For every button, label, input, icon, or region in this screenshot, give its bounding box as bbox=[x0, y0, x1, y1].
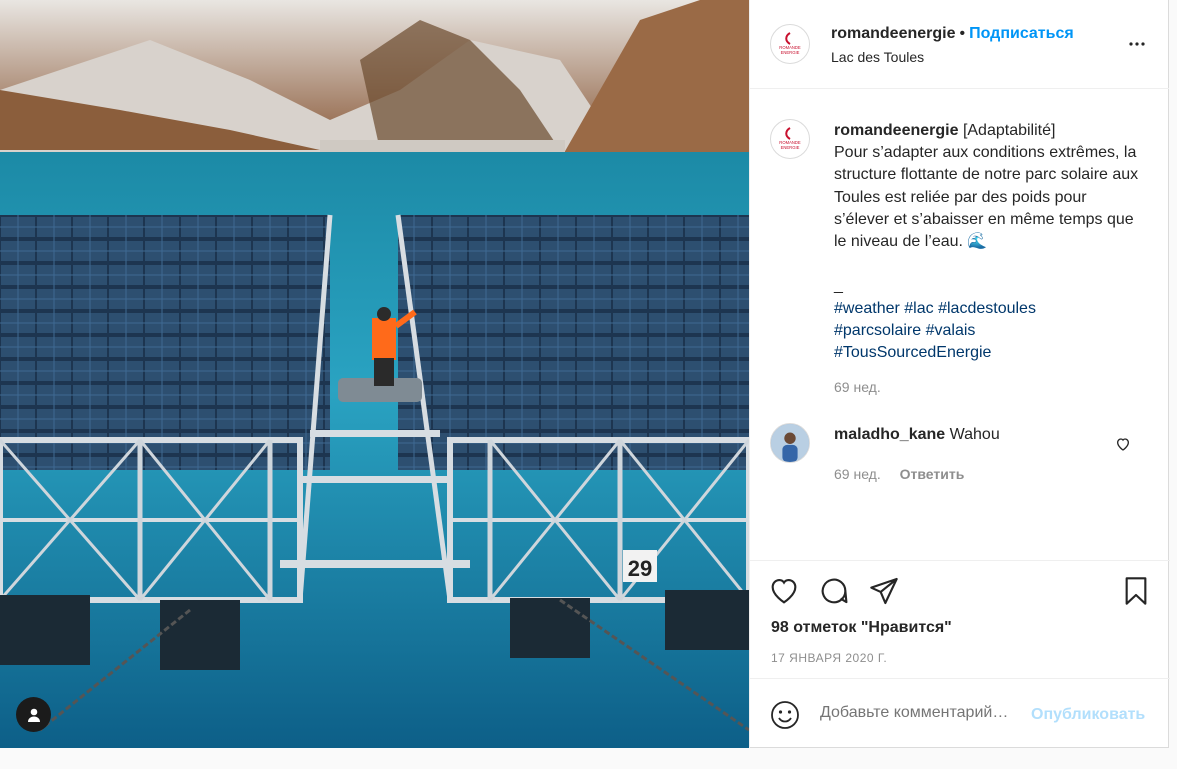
publish-button[interactable]: Опубликовать bbox=[1031, 706, 1145, 724]
hashtag-link[interactable]: #lac bbox=[904, 300, 933, 317]
add-comment-bar: Опубликовать bbox=[750, 678, 1170, 748]
comment-input[interactable] bbox=[820, 704, 1025, 722]
author-username[interactable]: romandeenergie bbox=[831, 25, 955, 42]
comment-username[interactable]: maladho_kane bbox=[834, 426, 945, 443]
heart-icon[interactable] bbox=[768, 575, 800, 607]
post-header: ROMANDE ENERGIE romandeenergie • Подписать… bbox=[750, 0, 1169, 89]
post-sidebar: ROMANDE ENERGIE romandeenergie • Подписать… bbox=[749, 0, 1170, 748]
hashtag-link[interactable]: #valais bbox=[926, 322, 976, 339]
author-avatar[interactable]: ROMANDE ENERGIE bbox=[770, 24, 810, 64]
comments-section: ROMANDE ENERGIE romandeenergie [Adaptabi… bbox=[750, 90, 1170, 560]
solar-lake-image: 29 bbox=[0, 0, 749, 748]
caption-timestamp[interactable]: 69 нед. bbox=[834, 379, 881, 395]
caption-text: Pour s’adapter aux conditions extrêmes, … bbox=[834, 144, 1139, 251]
hashtag-link[interactable]: #weather bbox=[834, 300, 900, 317]
more-options-icon[interactable] bbox=[1125, 32, 1149, 56]
header-title: romandeenergie • Подписаться bbox=[831, 25, 1074, 43]
hashtag-link[interactable]: #parcsolaire bbox=[834, 322, 921, 339]
hashtag-link[interactable]: #lacdestoules bbox=[938, 300, 1036, 317]
caption-separator: _ bbox=[834, 277, 843, 295]
caption-author-avatar[interactable]: ROMANDE ENERGIE bbox=[770, 119, 810, 159]
post-dialog: 29 ROMANDE ENERGIE romandeenergie • Подпис… bbox=[0, 0, 1170, 748]
follow-button[interactable]: Подписаться bbox=[969, 25, 1074, 42]
comment-timestamp[interactable]: 69 нед. bbox=[834, 466, 881, 482]
svg-text:ENERGIE: ENERGIE bbox=[781, 145, 800, 150]
hashtag-link[interactable]: #TousSourcedEnergie bbox=[834, 344, 991, 361]
user-tag-icon[interactable] bbox=[16, 697, 51, 732]
post-caption: romandeenergie [Adaptabilité] Pour s’ada… bbox=[834, 120, 1144, 364]
separator-dot: • bbox=[959, 25, 966, 42]
post-photo[interactable]: 29 bbox=[0, 0, 749, 748]
caption-username[interactable]: romandeenergie bbox=[834, 122, 958, 139]
romande-energie-logo: ROMANDE ENERGIE bbox=[779, 32, 801, 55]
post-date[interactable]: 17 ЯНВАРЯ 2020 Г. bbox=[771, 651, 887, 665]
comment-text: Wahou bbox=[949, 426, 1000, 443]
location-link[interactable]: Lac des Toules bbox=[831, 49, 924, 65]
hashtag-list: #weather #lac #lacdestoules #parcsolaire… bbox=[834, 300, 1036, 361]
likes-count[interactable]: 98 отметок "Нравится" bbox=[771, 619, 952, 637]
share-icon[interactable] bbox=[868, 575, 900, 607]
reply-button[interactable]: Ответить bbox=[900, 466, 965, 482]
panel-number: 29 bbox=[628, 556, 652, 581]
commenter-avatar[interactable] bbox=[770, 423, 810, 463]
commenter-photo bbox=[771, 424, 809, 462]
action-bar: 98 отметок "Нравится" 17 ЯНВАРЯ 2020 Г. bbox=[750, 560, 1170, 678]
comment-item: maladho_kane Wahou bbox=[834, 426, 1000, 444]
comment-like-icon[interactable] bbox=[1115, 436, 1131, 452]
svg-text:ENERGIE: ENERGIE bbox=[781, 50, 800, 55]
caption-lead: [Adaptabilité] bbox=[962, 122, 1056, 139]
comment-icon[interactable] bbox=[818, 575, 850, 607]
comment-meta: 69 нед. Ответить bbox=[834, 466, 964, 482]
romande-energie-logo: ROMANDE ENERGIE bbox=[779, 127, 801, 150]
emoji-icon[interactable] bbox=[770, 700, 800, 730]
bookmark-icon[interactable] bbox=[1120, 575, 1152, 607]
